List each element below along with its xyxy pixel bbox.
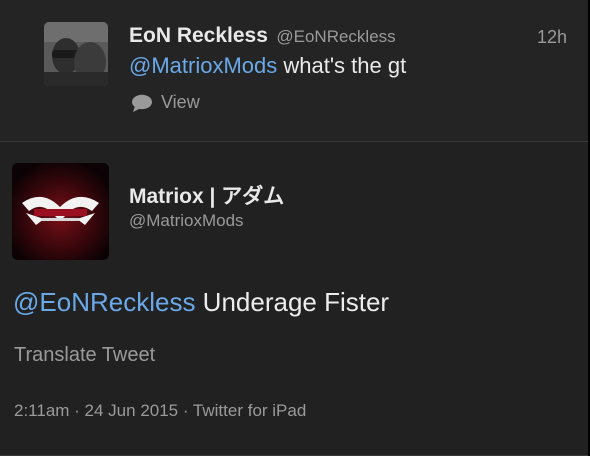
reply-author[interactable]: EoN Reckless @EoNReckless bbox=[129, 24, 396, 48]
tweet-stream: EoN Reckless @EoNReckless 12h @MatrioxMo… bbox=[0, 0, 590, 456]
view-conversation-button[interactable]: View bbox=[131, 92, 200, 113]
translate-tweet-link[interactable]: Translate Tweet bbox=[14, 344, 155, 367]
author-name[interactable]: EoN Reckless bbox=[129, 24, 268, 47]
tweet-meta: 2:11am · 24 Jun 2015 · Twitter for iPad bbox=[14, 401, 307, 420]
view-label: View bbox=[161, 92, 200, 112]
tweet-text: @MatrioxMods what's the gt bbox=[129, 53, 406, 79]
author-handle[interactable]: @EoNReckless bbox=[276, 27, 395, 46]
reply-tweet[interactable]: EoN Reckless @EoNReckless 12h @MatrioxMo… bbox=[0, 0, 588, 142]
avatar[interactable] bbox=[12, 163, 109, 260]
tweet-body: Underage Fister bbox=[195, 287, 390, 317]
speech-bubble-icon bbox=[132, 94, 152, 112]
author-handle[interactable]: @MatrioxMods bbox=[129, 211, 244, 231]
mention-link[interactable]: @MatrioxMods bbox=[129, 53, 277, 78]
tweet-time[interactable]: 12h bbox=[537, 27, 567, 48]
tweet-text: @EoNReckless Underage Fister bbox=[13, 287, 389, 318]
user-avatar-photo-icon bbox=[44, 22, 108, 86]
tweet-body: what's the gt bbox=[277, 53, 407, 78]
mention-link[interactable]: @EoNReckless bbox=[13, 287, 195, 317]
avatar[interactable] bbox=[44, 22, 108, 86]
main-tweet: Matriox | アダム @MatrioxMods @EoNReckless … bbox=[0, 142, 588, 456]
matriox-logo-avatar-icon bbox=[12, 163, 109, 260]
author-name[interactable]: Matriox | アダム bbox=[129, 180, 284, 210]
